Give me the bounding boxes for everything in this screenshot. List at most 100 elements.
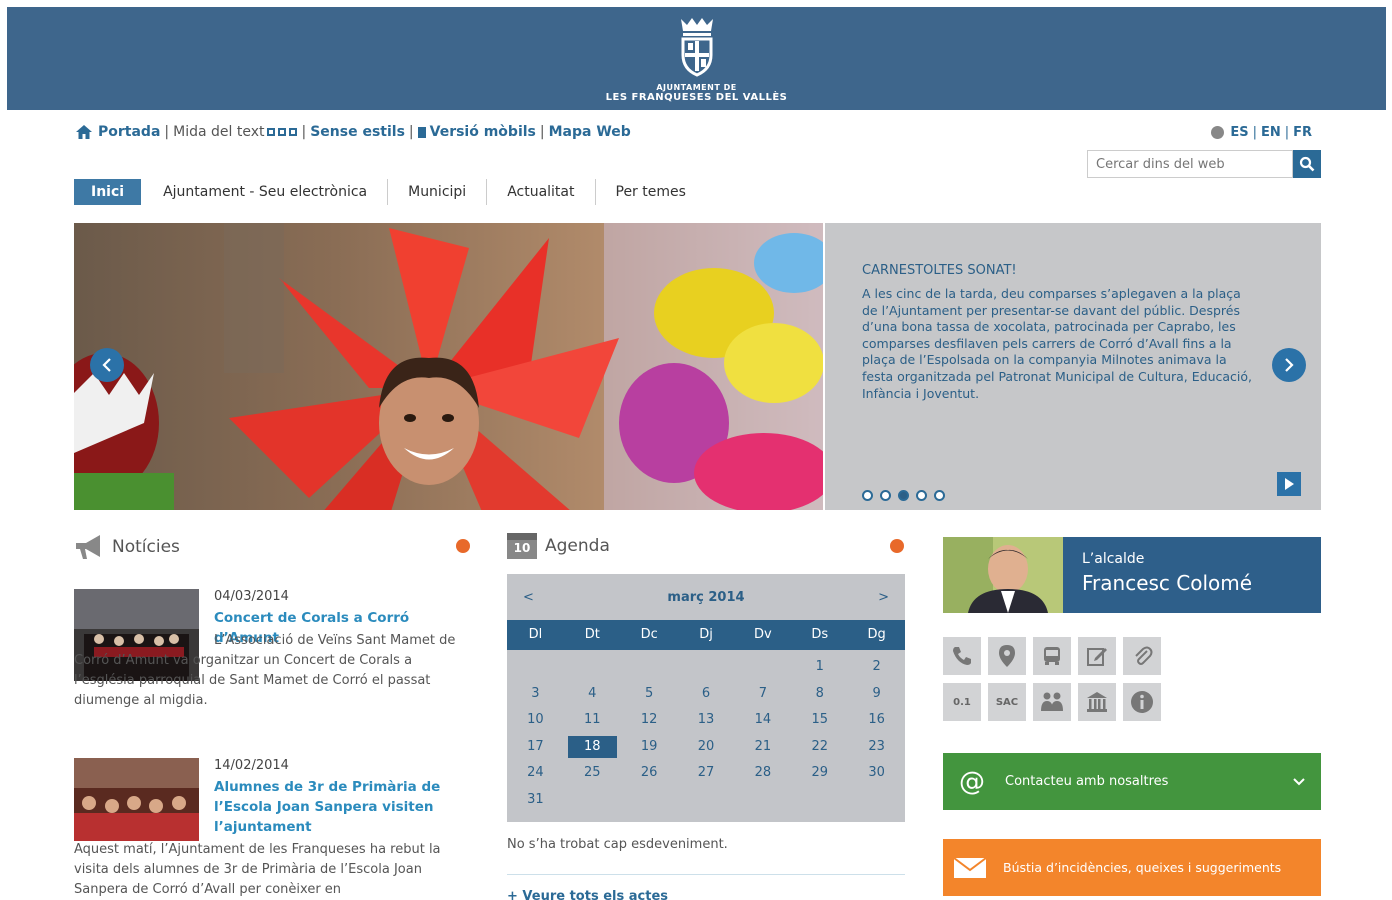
news-rss-icon[interactable] (456, 539, 470, 553)
info-icon (1131, 691, 1153, 713)
sac-button[interactable]: SAC (988, 683, 1026, 721)
contact-us-button[interactable]: @ Contacteu amb nosaltres (943, 753, 1321, 810)
mailbox-label: Bústia d’incidències, queixes i suggerim… (1003, 860, 1282, 875)
slider-next-button[interactable] (1272, 348, 1306, 382)
slider-play-button[interactable] (1277, 472, 1301, 496)
calendar-grid: 1 2 3 4 5 6 7 8 9 10 11 12 13 14 15 16 17 18 19 20 21 22 23 24 2… (507, 650, 905, 813)
calendar-day[interactable]: 15 (791, 709, 848, 731)
slider-dot[interactable] (934, 490, 945, 501)
agenda-rss-icon[interactable] (890, 539, 904, 553)
calendar-day[interactable]: 8 (791, 683, 848, 705)
no-styles-link[interactable]: Sense estils (310, 124, 405, 140)
sitemap-link[interactable]: Mapa Web (549, 124, 631, 140)
calendar-prev-button[interactable]: < (523, 590, 534, 605)
calendar-day[interactable]: 24 (507, 762, 564, 784)
calendar-week-row: 10 11 12 13 14 15 16 (507, 707, 905, 734)
slide-photo[interactable] (74, 223, 823, 510)
news-summary: L’Associació de Veïns Sant Mamet de Corr… (74, 633, 456, 708)
attachment-button[interactable] (1123, 637, 1161, 675)
news-title[interactable]: Notícies (112, 537, 180, 557)
institution-button[interactable] (1078, 683, 1116, 721)
text-size-medium-icon[interactable] (278, 128, 287, 136)
sac-label: SAC (995, 696, 1019, 708)
site-logo[interactable]: AJUNTAMENT DE LES FRANQUESES DEL VALLÈS (597, 15, 797, 103)
bus-button[interactable] (1033, 637, 1071, 675)
calendar-day[interactable]: 4 (564, 683, 621, 705)
calendar-day[interactable]: 23 (848, 736, 905, 758)
see-all-events-link[interactable]: + Veure tots els actes (507, 889, 668, 900)
news-date: 14/02/2014 (214, 758, 289, 773)
slider-dot[interactable] (880, 490, 891, 501)
slider-prev-button[interactable] (90, 348, 124, 382)
slide-title[interactable]: CARNESTOLTES SONAT! (862, 263, 1017, 278)
home-icon[interactable] (76, 125, 92, 139)
calendar-day[interactable]: 25 (564, 762, 621, 784)
location-button[interactable] (988, 637, 1026, 675)
paperclip-icon (1135, 646, 1153, 665)
calendar-day[interactable]: 5 (621, 683, 678, 705)
complaints-mailbox-button[interactable]: Bústia d’incidències, queixes i suggerim… (943, 839, 1321, 896)
calendar-day[interactable]: 27 (678, 762, 735, 784)
calendar-day[interactable]: 14 (734, 709, 791, 731)
slider-dot[interactable] (916, 490, 927, 501)
calendar-week-row: 17 18 19 20 21 22 23 (507, 734, 905, 761)
calendar-day[interactable]: 3 (507, 683, 564, 705)
information-button[interactable] (1123, 683, 1161, 721)
calendar-next-button[interactable]: > (878, 590, 889, 605)
calendar-weekdays: Dl Dt Dc Dj Dv Ds Dg (507, 620, 905, 650)
mayor-photo (943, 537, 1063, 613)
agenda-title[interactable]: Agenda (545, 536, 610, 556)
nav-item-ajuntament[interactable]: Ajuntament - Seu electrònica (153, 179, 389, 205)
search-button[interactable] (1293, 150, 1321, 178)
calendar-header: < març 2014 > (507, 574, 905, 620)
calendar-day[interactable]: 11 (564, 709, 621, 731)
nav-item-actualitat[interactable]: Actualitat (487, 179, 596, 205)
calendar-day[interactable]: 22 (791, 736, 848, 758)
nav-item-inici[interactable]: Inici (74, 179, 142, 205)
news-item-title[interactable]: Alumnes de 3r de Primària de l’Escola Jo… (214, 777, 444, 837)
calendar-day[interactable]: 9 (848, 683, 905, 705)
coat-of-arms-icon (680, 18, 713, 77)
citizens-button[interactable] (1033, 683, 1071, 721)
news-thumbnail[interactable] (74, 758, 199, 841)
calendar-day[interactable]: 29 (791, 762, 848, 784)
nav-item-per-temes[interactable]: Per temes (596, 179, 706, 205)
phone-button[interactable] (943, 637, 981, 675)
lang-en-link[interactable]: EN (1261, 125, 1281, 140)
calendar-day[interactable]: 12 (621, 709, 678, 731)
calendar-day[interactable]: 16 (848, 709, 905, 731)
calendar-day[interactable]: 20 (678, 736, 735, 758)
calendar-day[interactable]: 30 (848, 762, 905, 784)
calendar-day[interactable]: 21 (734, 736, 791, 758)
mobile-version-link[interactable]: Versió mòbils (430, 124, 536, 140)
edit-form-button[interactable] (1078, 637, 1116, 675)
lang-es-link[interactable]: ES (1230, 125, 1248, 140)
mobile-icon (417, 126, 426, 138)
calendar-day[interactable]: 2 (848, 656, 905, 678)
search-input[interactable] (1087, 150, 1293, 178)
main-nav: Inici Ajuntament - Seu electrònica Munic… (74, 179, 706, 205)
calendar-day[interactable]: 19 (621, 736, 678, 758)
info-010-button[interactable]: 0.1 (943, 683, 981, 721)
calendar-day[interactable]: 31 (507, 789, 564, 811)
lang-fr-link[interactable]: FR (1293, 125, 1312, 140)
calendar-day[interactable]: 17 (507, 736, 564, 758)
text-size-small-icon[interactable] (267, 128, 276, 136)
text-size-large-icon[interactable] (289, 128, 298, 136)
calendar-day[interactable]: 26 (621, 762, 678, 784)
mayor-label: L’alcalde (1082, 551, 1145, 567)
phone-icon (953, 647, 971, 665)
calendar-day[interactable]: 6 (678, 683, 735, 705)
slider-dot-active[interactable] (898, 490, 909, 501)
nav-item-municipi[interactable]: Municipi (388, 179, 488, 205)
calendar-day[interactable]: 18 (567, 735, 617, 758)
slider-dot[interactable] (862, 490, 873, 501)
calendar-week-row: 3456789 (507, 681, 905, 708)
calendar-day[interactable]: 13 (678, 709, 735, 731)
calendar-day[interactable]: 10 (507, 709, 564, 731)
calendar-day[interactable]: 28 (734, 762, 791, 784)
calendar-day[interactable]: 7 (734, 683, 791, 705)
home-link[interactable]: Portada (98, 124, 160, 140)
mayor-banner[interactable]: L’alcalde Francesc Colomé (943, 537, 1321, 613)
calendar-day[interactable]: 1 (791, 656, 848, 678)
